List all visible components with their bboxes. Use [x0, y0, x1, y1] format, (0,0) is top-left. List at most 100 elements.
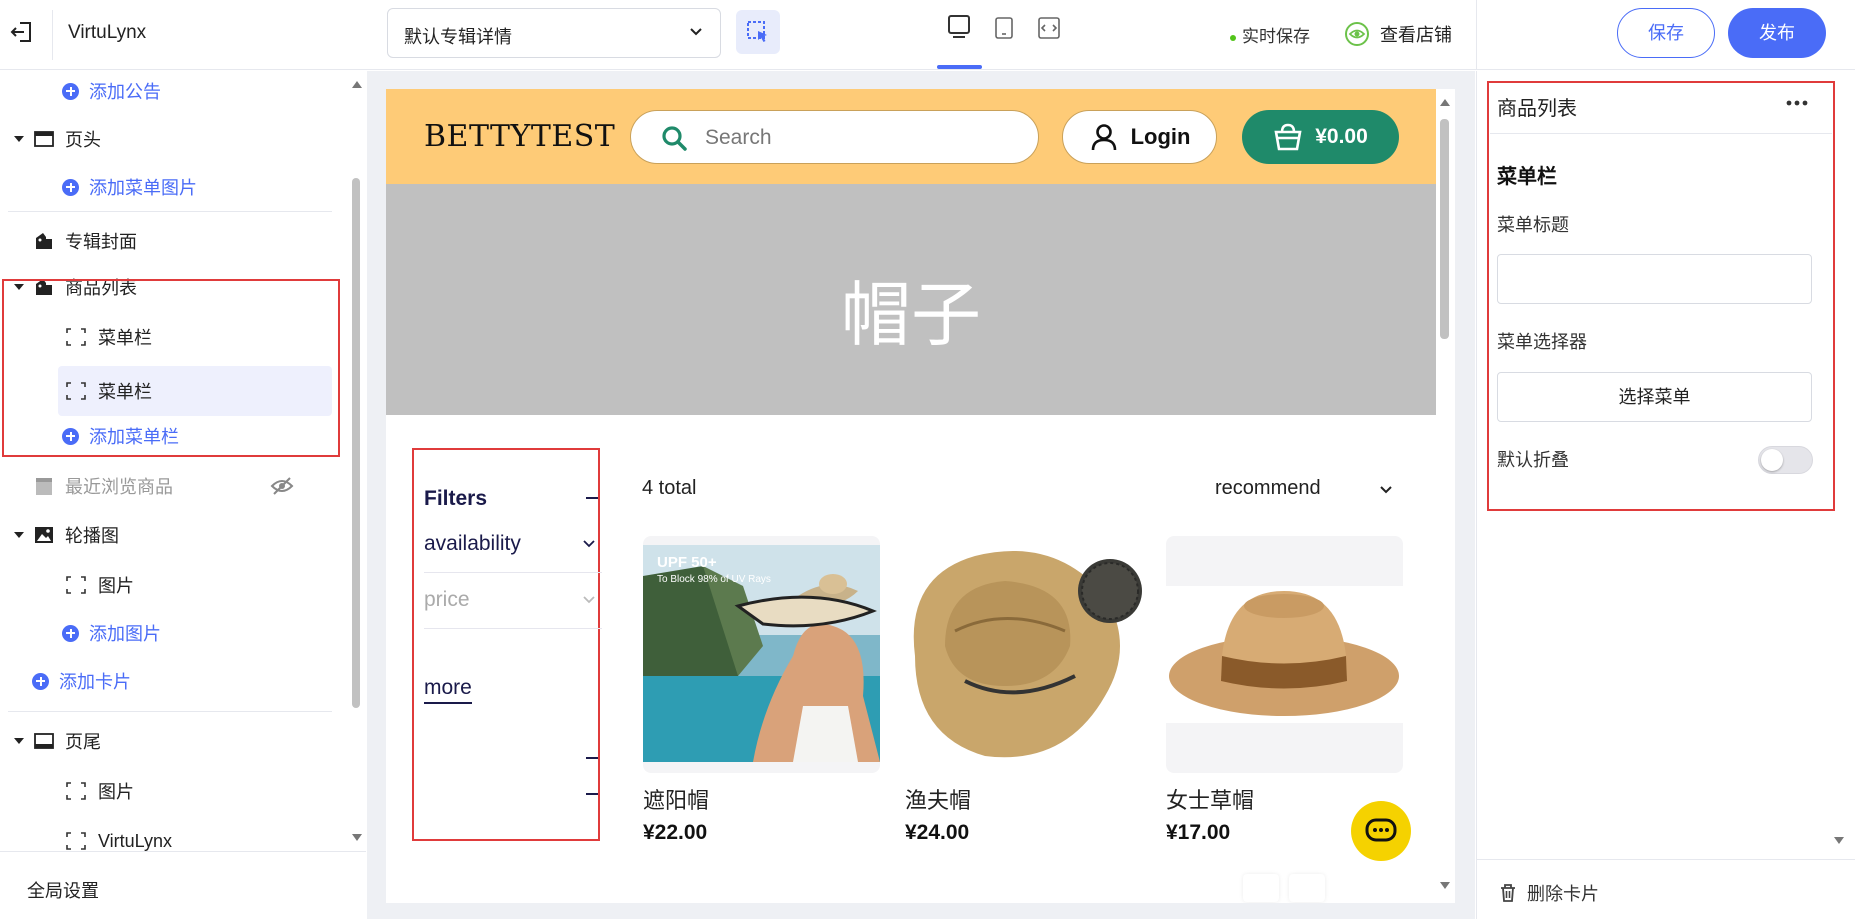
delete-card-label: 删除卡片	[1527, 884, 1599, 904]
product-image[interactable]: UPF 50+ To Block 98% of UV Rays	[643, 536, 880, 773]
filter-availability[interactable]: availability	[424, 517, 602, 573]
preview-scroll-thumb[interactable]	[1440, 119, 1449, 339]
store-brand[interactable]: BETTYTEST	[424, 119, 615, 154]
autosave-label: 实时保存	[1242, 27, 1310, 46]
store-search-input[interactable]: Search	[630, 110, 1039, 164]
view-store-link[interactable]: 查看店铺	[1344, 18, 1452, 50]
block-frame-icon	[66, 782, 86, 800]
pagination-dot[interactable]	[1243, 874, 1279, 902]
select-cursor-icon	[747, 21, 767, 42]
tree-item-label: 添加卡片	[59, 672, 131, 692]
header-section-icon	[33, 128, 55, 150]
global-settings-label: 全局设置	[27, 881, 99, 901]
bookmark-icon	[33, 475, 55, 497]
more-filters-link[interactable]: more	[424, 676, 472, 704]
menu-title-label: 菜单标题	[1497, 215, 1569, 235]
product-name[interactable]: 遮阳帽	[643, 783, 880, 815]
section-tree: 添加公告 页头 添加菜单图片 专辑封面 商品列表 菜单栏 菜单栏 添加菜单栏 最…	[0, 71, 366, 851]
cart-button[interactable]: ¥0.00	[1242, 110, 1399, 164]
chevron-down-icon	[688, 24, 704, 40]
collection-banner: 帽子	[386, 184, 1436, 415]
tree-item-header[interactable]: 页头	[0, 119, 340, 159]
tree-item-footer[interactable]: 页尾	[0, 721, 340, 761]
divider	[52, 10, 53, 60]
sort-select[interactable]: recommend	[1215, 477, 1321, 500]
save-button[interactable]: 保存	[1617, 8, 1715, 58]
filter-price[interactable]: price	[424, 573, 602, 629]
pagination-dot[interactable]	[1289, 874, 1325, 902]
divider	[8, 711, 332, 712]
tree-item-carousel[interactable]: 轮播图	[0, 515, 340, 555]
add-image-button[interactable]: 添加图片	[62, 613, 332, 653]
caret-down-icon	[14, 136, 24, 142]
highlight-outline	[2, 279, 340, 457]
fluid-view-icon[interactable]	[1035, 14, 1065, 44]
product-card[interactable]: 渔夫帽 ¥24.00	[905, 536, 1142, 845]
section-heading: 菜单栏	[1497, 166, 1557, 188]
active-device-indicator	[937, 65, 982, 69]
publish-button[interactable]: 发布	[1728, 8, 1826, 58]
user-icon	[1091, 124, 1116, 151]
tablet-view-icon[interactable]	[990, 14, 1020, 44]
banner-title: 帽子	[841, 276, 981, 354]
tree-item-recently-viewed[interactable]: 最近浏览商品	[0, 466, 340, 506]
select-element-button[interactable]	[736, 10, 780, 54]
divider	[8, 211, 332, 212]
select-menu-button[interactable]: 选择菜单	[1497, 372, 1812, 422]
more-options-icon[interactable]	[1786, 100, 1808, 106]
add-announcement-button[interactable]: 添加公告	[62, 71, 332, 111]
eye-icon	[1345, 22, 1369, 46]
caret-down-icon	[14, 738, 24, 744]
template-select[interactable]: 默认专辑详情	[387, 8, 721, 58]
default-collapse-toggle[interactable]	[1758, 446, 1813, 474]
desktop-view-icon[interactable]	[944, 12, 976, 44]
search-placeholder: Search	[705, 126, 772, 149]
tree-item-image[interactable]: 图片	[66, 565, 332, 605]
product-card[interactable]: 女士草帽 ¥17.00	[1166, 536, 1403, 845]
search-icon	[662, 126, 687, 151]
eye-off-icon[interactable]	[270, 475, 294, 497]
plus-circle-icon	[32, 672, 49, 690]
collapse-filters-icon[interactable]	[586, 497, 598, 499]
product-price: ¥24.00	[905, 821, 970, 844]
delete-card-button[interactable]: 删除卡片	[1499, 880, 1599, 906]
add-card-button[interactable]: 添加卡片	[32, 661, 332, 701]
product-card[interactable]: UPF 50+ To Block 98% of UV Rays 遮阳帽 ¥22.…	[643, 536, 880, 845]
scroll-up-icon	[352, 81, 362, 88]
chevron-down-icon[interactable]	[1379, 483, 1393, 497]
filter-label: availability	[424, 532, 521, 555]
template-select-value: 默认专辑详情	[404, 27, 512, 47]
login-label: Login	[1130, 124, 1191, 149]
menu-title-input[interactable]	[1497, 254, 1812, 304]
global-settings-bar[interactable]: 全局设置	[0, 851, 366, 919]
tree-item-label: VirtuLynx	[98, 830, 173, 851]
exit-icon[interactable]	[8, 18, 40, 50]
scroll-down-icon	[352, 834, 362, 841]
product-image[interactable]	[905, 536, 1142, 773]
sidebar-scroll-thumb[interactable]	[352, 178, 360, 708]
product-name[interactable]: 渔夫帽	[905, 783, 1142, 815]
dash-icon[interactable]	[586, 757, 598, 759]
add-menu-image-button[interactable]: 添加菜单图片	[62, 167, 332, 207]
chat-button[interactable]	[1351, 801, 1411, 861]
caret-down-icon	[14, 532, 24, 538]
product-image[interactable]	[1166, 536, 1403, 773]
tree-item-label: 添加图片	[89, 624, 161, 644]
tree-item-label: 最近浏览商品	[65, 477, 173, 497]
menu-selector-label: 菜单选择器	[1497, 332, 1587, 352]
image-text: UPF 50+	[657, 554, 717, 571]
chevron-down-icon	[583, 540, 595, 548]
footer-section-icon	[33, 730, 55, 752]
store-preview: BETTYTEST Search Login ¥0.00 帽子 Filters …	[386, 89, 1455, 903]
tree-item-footer-text[interactable]: VirtuLynx	[66, 821, 332, 851]
login-button[interactable]: Login	[1062, 110, 1217, 164]
dash-icon[interactable]	[586, 793, 598, 795]
tree-item-label: 图片	[98, 782, 134, 802]
tree-item-collection-cover[interactable]: 专辑封面	[0, 221, 340, 261]
tree-item-label: 图片	[98, 576, 134, 596]
scroll-down-icon[interactable]	[1833, 836, 1845, 846]
filters-title: Filters	[424, 487, 488, 510]
tree-item-footer-image[interactable]: 图片	[66, 771, 332, 811]
tree-item-label: 添加菜单图片	[89, 178, 197, 198]
scroll-up-icon	[1440, 99, 1450, 106]
